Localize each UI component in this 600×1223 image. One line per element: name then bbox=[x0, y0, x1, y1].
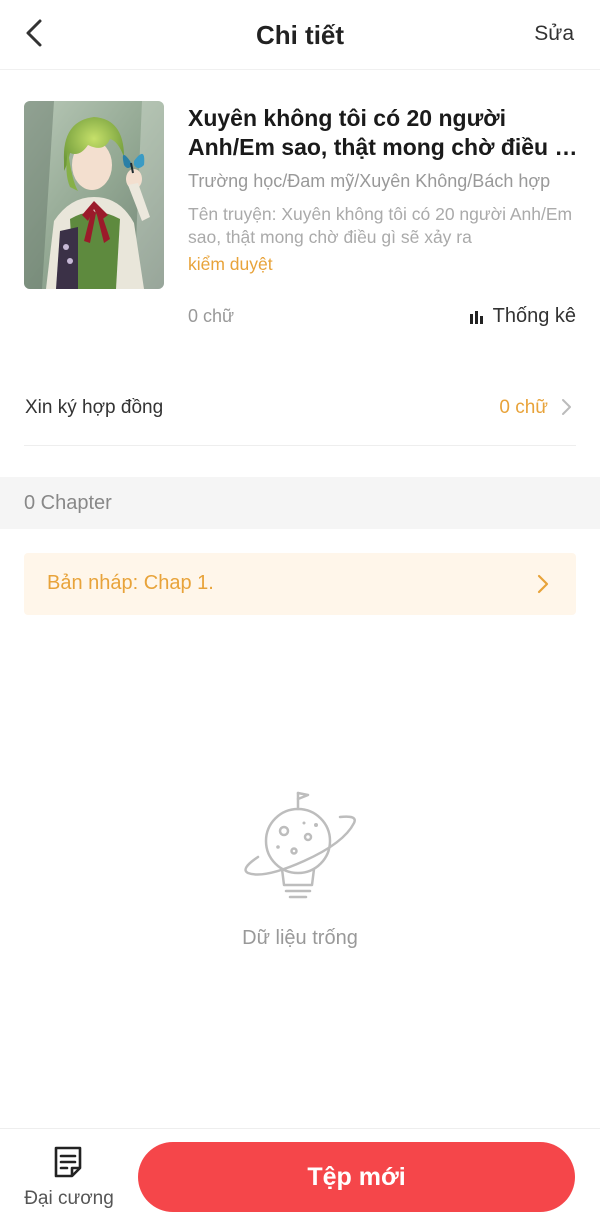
document-icon bbox=[54, 1146, 82, 1178]
chevron-right-icon bbox=[562, 399, 571, 415]
outline-label: Đại cương bbox=[24, 1188, 114, 1209]
chapter-section-header: 0 Chapter bbox=[0, 477, 600, 529]
statistics-button[interactable]: Thống kê bbox=[469, 305, 576, 328]
empty-planet-bulb-icon bbox=[244, 791, 356, 899]
draft-label: Bản nháp: Chap 1. bbox=[47, 572, 214, 594]
draft-row[interactable]: Bản nháp: Chap 1. bbox=[24, 553, 576, 615]
contract-request-row[interactable]: Xin ký hợp đồng 0 chữ bbox=[24, 370, 576, 446]
contract-word-count: 0 chữ bbox=[499, 397, 548, 418]
empty-state-text: Dữ liệu trống bbox=[242, 927, 358, 949]
bar-chart-icon bbox=[469, 310, 483, 324]
chevron-right-icon bbox=[537, 574, 549, 594]
word-count: 0 chữ bbox=[188, 306, 235, 326]
contract-label: Xin ký hợp đồng bbox=[25, 397, 164, 418]
outline-button[interactable]: Đại cương bbox=[18, 1143, 120, 1213]
statistics-label: Thống kê bbox=[492, 305, 576, 327]
edit-button[interactable]: Sửa bbox=[534, 22, 574, 46]
book-cover-image[interactable] bbox=[24, 101, 164, 289]
page-title: Chi tiết bbox=[255, 20, 345, 50]
bottom-action-bar: Đại cương Tệp mới bbox=[0, 1128, 600, 1223]
new-file-button[interactable]: Tệp mới bbox=[138, 1142, 575, 1212]
book-title[interactable]: Xuyên không tôi có 20 người Anh/Em sao, … bbox=[188, 104, 578, 162]
novel-detail-screen: Chi tiết Sửa Xuyên không tôi có 20 người… bbox=[0, 0, 600, 1223]
book-genres: Trường học/Đam mỹ/Xuyên Không/Bách hợp bbox=[188, 171, 551, 191]
review-status-badge: kiểm duyệt bbox=[188, 254, 273, 274]
book-description: Tên truyện: Xuyên không tôi có 20 người … bbox=[188, 204, 573, 247]
chapter-count: 0 Chapter bbox=[24, 492, 112, 514]
top-bar: Chi tiết Sửa bbox=[0, 0, 600, 70]
